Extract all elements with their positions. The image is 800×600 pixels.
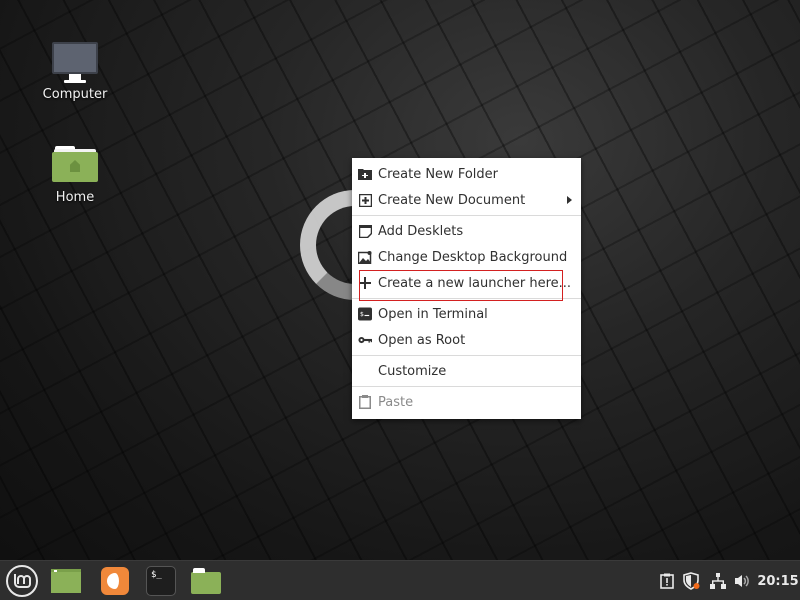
menu-item-open-as-root[interactable]: Open as Root xyxy=(352,327,581,353)
menu-separator xyxy=(352,215,581,216)
volume-icon xyxy=(735,575,749,587)
monitor-base xyxy=(64,80,86,83)
new-document-icon xyxy=(358,193,372,207)
desklet-icon xyxy=(358,224,372,238)
menu-separator xyxy=(352,386,581,387)
menu-item-create-launcher[interactable]: Create a new launcher here... xyxy=(352,270,581,296)
files-launcher[interactable] xyxy=(190,566,222,596)
menu-item-label: Paste xyxy=(378,394,414,410)
empty-icon-slot xyxy=(358,364,372,378)
show-desktop-button[interactable] xyxy=(50,566,82,596)
menu-item-label: Create New Folder xyxy=(378,166,498,182)
menu-item-label: Create a new launcher here... xyxy=(378,275,572,291)
menu-item-add-desklets[interactable]: Add Desklets xyxy=(352,218,581,244)
mint-menu-button[interactable] xyxy=(4,565,40,597)
taskbar-panel: $_ 20:15 xyxy=(0,560,800,600)
desktop-icon-label: Home xyxy=(55,190,95,205)
network-icon xyxy=(710,573,726,589)
home-folder-icon xyxy=(52,146,98,182)
update-manager-button[interactable] xyxy=(682,561,702,600)
desktop-icon-home[interactable]: Home xyxy=(30,146,120,205)
menu-separator xyxy=(352,298,581,299)
notifications-button[interactable] xyxy=(658,561,676,600)
new-folder-icon xyxy=(358,167,372,181)
show-desktop-icon xyxy=(51,569,81,593)
terminal-launcher[interactable]: $_ xyxy=(145,566,177,596)
menu-item-open-in-terminal[interactable]: $ Open in Terminal xyxy=(352,301,581,327)
files-icon xyxy=(191,568,221,594)
desktop-context-menu: Create New Folder Create New Document Ad… xyxy=(352,158,581,419)
menu-item-label: Open as Root xyxy=(378,332,466,348)
clock[interactable]: 20:15 xyxy=(757,561,798,600)
mint-menu-icon xyxy=(6,565,38,597)
menu-item-paste: Paste xyxy=(352,389,581,415)
menu-separator xyxy=(352,355,581,356)
menu-item-label: Open in Terminal xyxy=(378,306,488,322)
network-button[interactable] xyxy=(708,561,728,600)
desktop-icon-label: Computer xyxy=(42,87,108,102)
image-icon xyxy=(358,250,372,264)
menu-item-change-desktop-background[interactable]: Change Desktop Background xyxy=(352,244,581,270)
menu-item-create-new-folder[interactable]: Create New Folder xyxy=(352,161,581,187)
terminal-icon: $_ xyxy=(146,566,176,596)
notifications-icon xyxy=(660,573,674,589)
computer-icon xyxy=(52,42,98,74)
plus-icon xyxy=(358,276,372,290)
submenu-arrow-icon xyxy=(567,196,572,204)
volume-button[interactable] xyxy=(733,561,753,600)
menu-item-label: Change Desktop Background xyxy=(378,249,568,265)
svg-text:$: $ xyxy=(360,310,364,318)
terminal-icon: $ xyxy=(358,307,372,321)
firefox-icon xyxy=(101,567,129,595)
menu-item-create-new-document[interactable]: Create New Document xyxy=(352,187,581,213)
desktop-icon-computer[interactable]: Computer xyxy=(30,42,120,102)
menu-item-label: Add Desklets xyxy=(378,223,464,239)
key-icon xyxy=(358,333,372,347)
menu-item-label: Customize xyxy=(378,363,447,379)
firefox-launcher[interactable] xyxy=(99,566,131,596)
menu-item-label: Create New Document xyxy=(378,192,526,208)
menu-item-customize[interactable]: Customize xyxy=(352,358,581,384)
update-shield-icon xyxy=(683,572,700,590)
clipboard-icon xyxy=(358,395,372,409)
